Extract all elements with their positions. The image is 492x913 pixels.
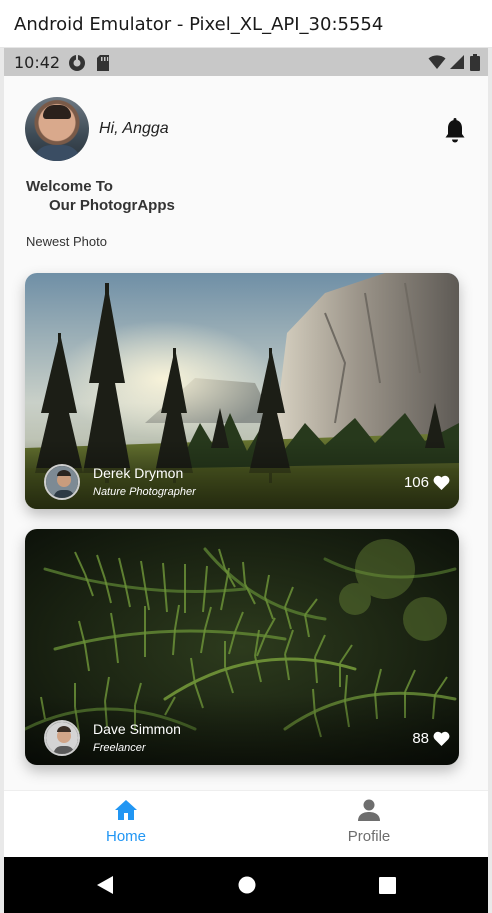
photographer-avatar bbox=[44, 720, 80, 756]
system-navigation-bar bbox=[4, 857, 488, 913]
like-counter[interactable]: 88 bbox=[412, 730, 450, 747]
nav-label-profile: Profile bbox=[347, 828, 391, 845]
cell-signal-icon bbox=[450, 55, 464, 69]
status-time: 10:42 bbox=[14, 53, 61, 72]
photo-card[interactable]: Dave Simmon Freelancer 88 bbox=[25, 529, 459, 765]
sd-card-icon bbox=[97, 55, 109, 71]
wifi-icon bbox=[428, 55, 446, 69]
nav-label-home: Home bbox=[105, 828, 146, 845]
heart-icon[interactable] bbox=[433, 475, 450, 490]
data-saver-icon bbox=[69, 55, 85, 71]
card-overlay bbox=[25, 439, 459, 509]
photographer-role: Freelancer bbox=[93, 742, 146, 754]
status-bar: 10:42 bbox=[4, 48, 488, 76]
photo-card[interactable]: Derek Drymon Nature Photographer 106 bbox=[25, 273, 459, 509]
emulator-title: Android Emulator - Pixel_XL_API_30:5554 bbox=[14, 14, 384, 35]
nav-item-profile[interactable]: Profile bbox=[309, 799, 429, 845]
heart-icon[interactable] bbox=[433, 731, 450, 746]
welcome-line-2: Our PhotogrApps bbox=[49, 197, 175, 214]
like-count: 88 bbox=[412, 730, 429, 747]
greeting-text: Hi, Angga bbox=[99, 120, 169, 137]
photographer-name: Dave Simmon bbox=[93, 721, 181, 737]
emulator-title-bar: Android Emulator - Pixel_XL_API_30:5554 bbox=[0, 0, 492, 48]
avatar-shirt bbox=[33, 145, 81, 161]
app-screen: Hi, Angga Welcome To Our PhotogrApps New… bbox=[4, 76, 488, 857]
home-icon bbox=[115, 800, 137, 820]
welcome-line-1: Welcome To bbox=[26, 178, 113, 195]
photographer-avatar bbox=[44, 464, 80, 500]
recents-icon[interactable] bbox=[379, 877, 396, 894]
photographer-name: Derek Drymon bbox=[93, 465, 184, 481]
card-overlay bbox=[25, 695, 459, 765]
person-icon bbox=[358, 799, 380, 821]
home-circle-icon[interactable] bbox=[238, 876, 256, 894]
like-counter[interactable]: 106 bbox=[404, 474, 450, 491]
notification-bell-icon[interactable] bbox=[444, 118, 466, 144]
user-avatar[interactable] bbox=[25, 97, 89, 161]
photographer-role: Nature Photographer bbox=[93, 486, 196, 498]
emulator-frame-right bbox=[488, 48, 492, 913]
nav-item-home[interactable]: Home bbox=[66, 799, 186, 845]
back-icon[interactable] bbox=[96, 875, 114, 895]
section-title-newest-photo: Newest Photo bbox=[26, 234, 107, 249]
avatar-hair bbox=[43, 105, 71, 119]
battery-icon bbox=[470, 54, 480, 71]
like-count: 106 bbox=[403, 474, 429, 491]
bottom-navigation: Home Profile bbox=[4, 790, 488, 857]
